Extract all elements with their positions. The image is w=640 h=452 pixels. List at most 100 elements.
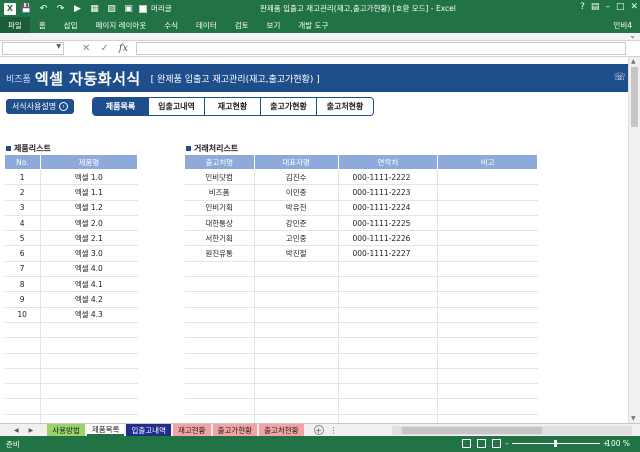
table-cell[interactable]: 고민중 (254, 230, 339, 247)
table-cell[interactable] (437, 414, 538, 423)
selection-icon[interactable]: ▶ (71, 3, 84, 15)
table-cell[interactable]: 원진유통 (184, 245, 255, 262)
table-cell[interactable]: 엑셀 1.0 (40, 169, 138, 186)
table-cell[interactable] (184, 398, 255, 415)
vertical-scrollbar[interactable]: ▲ ▼ (628, 57, 640, 423)
table-cell[interactable] (254, 398, 339, 415)
chevron-down-icon[interactable]: ▼ (56, 43, 61, 50)
table-cell[interactable] (40, 383, 138, 400)
add-sheet-icon[interactable]: + (313, 425, 324, 435)
table-cell[interactable] (437, 200, 538, 216)
zoom-track[interactable] (511, 440, 600, 447)
tab-home[interactable]: 홈 (30, 20, 55, 31)
sheet-tab[interactable]: 제품목록 (86, 424, 125, 436)
table-cell[interactable] (437, 398, 538, 415)
table-cell[interactable] (437, 184, 538, 201)
table-cell[interactable] (254, 291, 339, 308)
table-cell[interactable]: 9 (4, 291, 41, 308)
table-cell[interactable] (184, 307, 255, 323)
table-cell[interactable]: 인비기획 (184, 200, 255, 216)
table-cell[interactable]: 000-1111-2222 (338, 169, 439, 186)
table-cell[interactable] (254, 322, 339, 339)
table-cell[interactable]: 강민준 (254, 215, 339, 232)
table-cell[interactable]: 대한통상 (184, 215, 255, 232)
table-cell[interactable] (254, 414, 339, 423)
normal-view-icon[interactable] (462, 439, 471, 448)
enter-icon[interactable]: ✓ (100, 43, 108, 54)
table-cell[interactable] (254, 353, 339, 369)
table-cell[interactable] (338, 383, 439, 400)
table-cell[interactable]: 000-1111-2224 (338, 200, 439, 216)
nav-tab-stock-status[interactable]: 재고현황 (205, 98, 261, 115)
table-cell[interactable] (40, 414, 138, 423)
tab-page-layout[interactable]: 페이지 레이아웃 (87, 20, 156, 31)
table-cell[interactable] (4, 398, 41, 415)
save-icon[interactable]: 💾 (20, 3, 33, 15)
table-cell[interactable] (338, 322, 439, 339)
table-cell[interactable] (254, 276, 339, 293)
tab-formulas[interactable]: 수식 (155, 20, 187, 31)
horizontal-scrollbar[interactable] (392, 426, 632, 435)
tab-insert[interactable]: 삽입 (55, 20, 87, 31)
table-cell[interactable] (437, 169, 538, 186)
chevron-right-icon[interactable]: ▶ (29, 427, 34, 434)
table-cell[interactable] (437, 261, 538, 278)
table-cell[interactable] (4, 414, 41, 423)
redo-icon[interactable]: ↷ (54, 3, 67, 15)
tab-review[interactable]: 검토 (226, 20, 258, 31)
sheet-tab[interactable]: 재고현황 (172, 424, 211, 436)
table-cell[interactable] (437, 368, 538, 385)
table-cell[interactable]: 4 (4, 215, 41, 232)
table-cell[interactable] (437, 291, 538, 308)
sheet-tab[interactable]: 입출고내역 (126, 424, 171, 436)
table-cell[interactable]: 엑셀 4.1 (40, 276, 138, 293)
formula-input[interactable] (136, 42, 626, 55)
table-cell[interactable]: 1 (4, 169, 41, 186)
table-cell[interactable] (338, 307, 439, 323)
undo-icon[interactable]: ↶ (37, 3, 50, 15)
tab-developer[interactable]: 개발 도구 (289, 20, 337, 31)
chevron-left-icon[interactable]: ◀ (14, 427, 19, 434)
table-cell[interactable] (4, 383, 41, 400)
help-icon[interactable]: ? (580, 2, 585, 12)
tab-data[interactable]: 데이터 (187, 20, 226, 31)
table-cell[interactable] (40, 353, 138, 369)
zoom-out-icon[interactable]: – (505, 439, 509, 448)
table-cell[interactable] (254, 337, 339, 354)
nav-tab-client-status[interactable]: 출고처현황 (317, 98, 373, 115)
table-cell[interactable] (437, 276, 538, 293)
table-cell[interactable] (254, 261, 339, 278)
header-checkbox[interactable] (139, 4, 147, 13)
table-cell[interactable]: 000-1111-2226 (338, 230, 439, 247)
table-cell[interactable] (184, 337, 255, 354)
table-cell[interactable] (184, 414, 255, 423)
table-cell[interactable]: 비즈폼 (184, 184, 255, 201)
table-cell[interactable] (338, 337, 439, 354)
name-box[interactable]: ▼ (2, 42, 64, 55)
user-account[interactable]: 인비4 (613, 20, 632, 31)
table-cell[interactable] (184, 261, 255, 278)
table-cell[interactable]: 박유천 (254, 200, 339, 216)
table-cell[interactable] (437, 307, 538, 323)
table-cell[interactable] (437, 230, 538, 247)
ribbon-display-icon[interactable]: ▤ (591, 2, 600, 12)
table-cell[interactable] (254, 383, 339, 400)
table-cell[interactable]: 8 (4, 276, 41, 293)
page-break-view-icon[interactable] (492, 439, 501, 448)
table-cell[interactable]: 엑셀 2.0 (40, 215, 138, 232)
table-cell[interactable] (184, 353, 255, 369)
table-cell[interactable]: 김진수 (254, 169, 339, 186)
table-cell[interactable] (184, 383, 255, 400)
zoom-slider[interactable]: – + (505, 439, 609, 448)
table-cell[interactable]: 엑셀 4.0 (40, 261, 138, 278)
table-cell[interactable]: 10 (4, 307, 41, 323)
table-cell[interactable]: 엑셀 1.1 (40, 184, 138, 201)
table-cell[interactable] (40, 322, 138, 339)
table-cell[interactable] (338, 414, 439, 423)
table-cell[interactable] (40, 368, 138, 385)
table-cell[interactable] (4, 368, 41, 385)
grid-icon[interactable]: ▦ (88, 3, 101, 15)
table-cell[interactable] (184, 322, 255, 339)
tab-file[interactable]: 파일 (0, 17, 30, 33)
table-cell[interactable]: 3 (4, 200, 41, 216)
